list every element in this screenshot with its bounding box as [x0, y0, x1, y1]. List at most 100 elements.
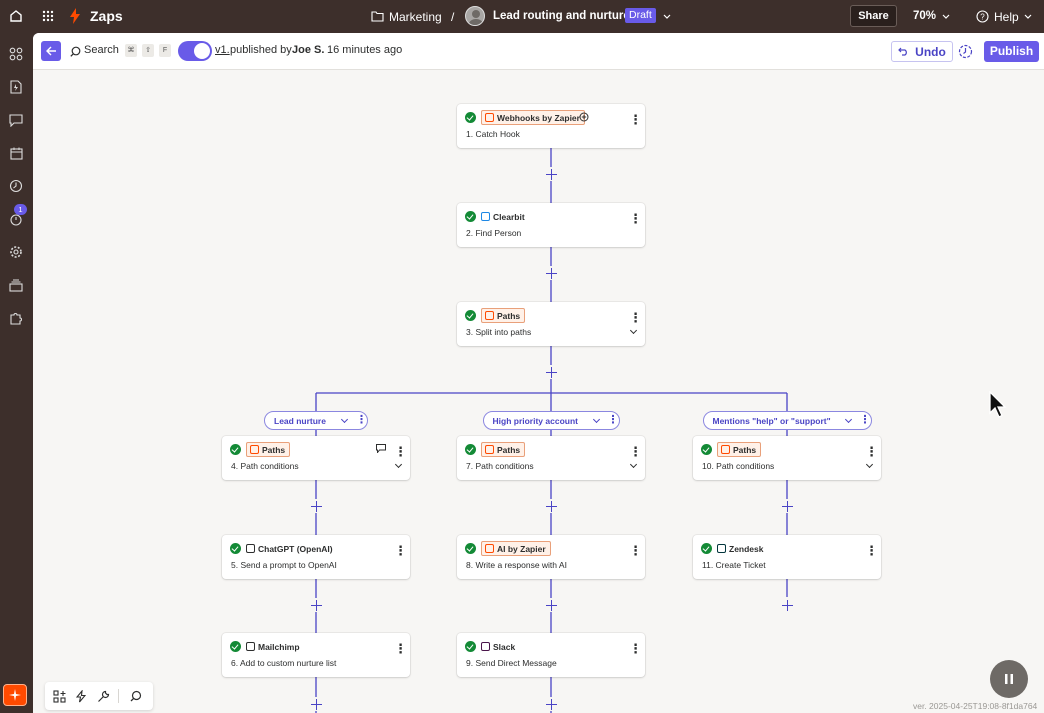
bolt-icon[interactable]	[74, 689, 88, 703]
step-app-badge: Paths	[246, 442, 291, 457]
more-options-icon[interactable]	[629, 640, 637, 652]
calendar-icon[interactable]	[6, 143, 26, 163]
more-options-icon[interactable]	[394, 443, 402, 455]
add-step-button[interactable]	[544, 266, 558, 280]
add-step-button[interactable]	[309, 598, 323, 612]
pause-button[interactable]	[990, 660, 1028, 698]
more-options-icon[interactable]	[629, 111, 637, 123]
path-chevron-icon[interactable]	[340, 415, 349, 424]
add-step-button[interactable]	[544, 697, 558, 711]
add-step-button[interactable]	[544, 167, 558, 181]
zap-name[interactable]: Lead routing and nurture	[493, 10, 630, 22]
more-options-icon[interactable]	[629, 443, 637, 455]
expand-chevron-icon[interactable]	[629, 460, 638, 469]
path-label-3[interactable]: Mentions "help" or "support" ⋮	[702, 411, 872, 430]
step-card-9[interactable]: Slack 9. Send Direct Message	[457, 633, 645, 677]
step-title: 2. Find Person	[466, 228, 522, 238]
more-options-icon[interactable]	[865, 542, 873, 554]
wrench-icon[interactable]	[96, 689, 110, 703]
more-options-icon[interactable]	[629, 309, 637, 321]
breadcrumb-folder[interactable]: Marketing	[389, 10, 442, 24]
step-card-4[interactable]: Paths 4. Path conditions	[222, 436, 410, 480]
add-app-icon[interactable]	[52, 689, 66, 703]
step-card-7[interactable]: Paths 7. Path conditions	[457, 436, 645, 480]
add-step-button[interactable]	[544, 499, 558, 513]
path-more-icon[interactable]: ⋮	[860, 414, 871, 426]
zoom-chevron-icon[interactable]	[940, 10, 952, 22]
plus-icon	[310, 500, 322, 512]
step-title: 5. Send a prompt to OpenAI	[231, 560, 337, 570]
step-app-badge: ChatGPT (OpenAI)	[246, 541, 333, 556]
left-rail: 1	[0, 33, 33, 713]
path-name: Mentions "help" or "support"	[712, 415, 831, 426]
share-button[interactable]: Share	[850, 5, 897, 27]
app-logo-icon	[485, 544, 494, 553]
step-app-badge: Clearbit	[481, 209, 525, 224]
add-step-button[interactable]	[780, 499, 794, 513]
step-card-10[interactable]: Paths 10. Path conditions	[693, 436, 881, 480]
help-icon[interactable]: ?	[975, 9, 989, 23]
add-step-button[interactable]	[780, 598, 794, 612]
home-icon[interactable]	[6, 6, 26, 26]
step-app-name: AI by Zapier	[497, 543, 546, 554]
success-check-icon	[230, 444, 241, 455]
step-card-1[interactable]: Webhooks by Zapier 1. Catch Hook	[457, 104, 645, 148]
step-app-badge: Webhooks by Zapier	[481, 110, 585, 125]
more-options-icon[interactable]	[394, 542, 402, 554]
step-app-name: Webhooks by Zapier	[497, 112, 580, 123]
step-app-name: ChatGPT (OpenAI)	[258, 543, 333, 554]
path-more-icon[interactable]: ⋮	[608, 414, 619, 426]
notification-icon[interactable]: 1	[6, 204, 27, 229]
step-card-11[interactable]: Zendesk 11. Create Ticket	[693, 535, 881, 579]
step-app-name: Paths	[262, 444, 286, 455]
path-label-1[interactable]: Lead nurture ⋮	[264, 411, 368, 430]
add-field-icon[interactable]	[579, 112, 589, 122]
help-label[interactable]: Help	[994, 10, 1019, 24]
step-card-2[interactable]: Clearbit 2. Find Person	[457, 203, 645, 247]
editor-canvas[interactable]: Search ⌘ ⇧ F v1. published by Joe S. 16 …	[33, 33, 1044, 713]
help-chevron-icon[interactable]	[1022, 10, 1034, 22]
stack-icon[interactable]	[6, 275, 26, 295]
comment-icon[interactable]	[376, 444, 386, 453]
step-card-5[interactable]: ChatGPT (OpenAI) 5. Send a prompt to Open…	[222, 535, 410, 579]
more-options-icon[interactable]	[865, 443, 873, 455]
path-chevron-icon[interactable]	[592, 415, 600, 424]
add-step-button[interactable]	[309, 499, 323, 513]
settings-icon[interactable]	[6, 242, 26, 262]
app-logo-icon	[250, 445, 259, 454]
expand-chevron-icon[interactable]	[865, 460, 874, 469]
add-step-button[interactable]	[309, 697, 323, 711]
history-icon[interactable]	[6, 176, 26, 196]
step-card-6[interactable]: Mailchimp 6. Add to custom nurture list	[222, 633, 410, 677]
plus-icon	[310, 599, 322, 611]
expand-chevron-icon[interactable]	[394, 460, 403, 469]
puzzle-icon[interactable]	[6, 308, 26, 328]
app-logo-icon	[485, 445, 494, 454]
canvas-search-icon[interactable]	[129, 689, 143, 703]
app-name[interactable]: Zaps	[90, 8, 123, 24]
chat-icon[interactable]	[6, 110, 26, 130]
zoom-level[interactable]: 70%	[913, 10, 936, 22]
apps-icon[interactable]	[6, 44, 26, 64]
plus-icon	[545, 168, 557, 180]
add-step-button[interactable]	[544, 365, 558, 379]
path-chevron-icon[interactable]	[844, 415, 852, 424]
more-options-icon[interactable]	[629, 210, 637, 222]
step-card-3[interactable]: Paths 3. Split into paths	[457, 302, 645, 346]
more-options-icon[interactable]	[394, 640, 402, 652]
path-label-2[interactable]: High priority account ⋮	[482, 411, 620, 430]
zapier-agent-icon[interactable]	[3, 684, 27, 706]
app-logo-icon	[481, 212, 490, 221]
chevron-down-icon[interactable]	[661, 10, 673, 22]
add-step-button[interactable]	[544, 598, 558, 612]
canvas-tools	[45, 682, 153, 710]
path-more-icon[interactable]: ⋮	[356, 414, 367, 426]
zap-avatar	[465, 6, 485, 26]
zap-file-icon[interactable]	[6, 77, 26, 97]
app-grid-icon[interactable]	[40, 8, 56, 24]
folder-icon	[370, 9, 384, 23]
expand-chevron-icon[interactable]	[629, 326, 638, 335]
more-options-icon[interactable]	[629, 542, 637, 554]
step-card-8[interactable]: AI by Zapier 8. Write a response with AI	[457, 535, 645, 579]
success-check-icon	[465, 211, 476, 222]
